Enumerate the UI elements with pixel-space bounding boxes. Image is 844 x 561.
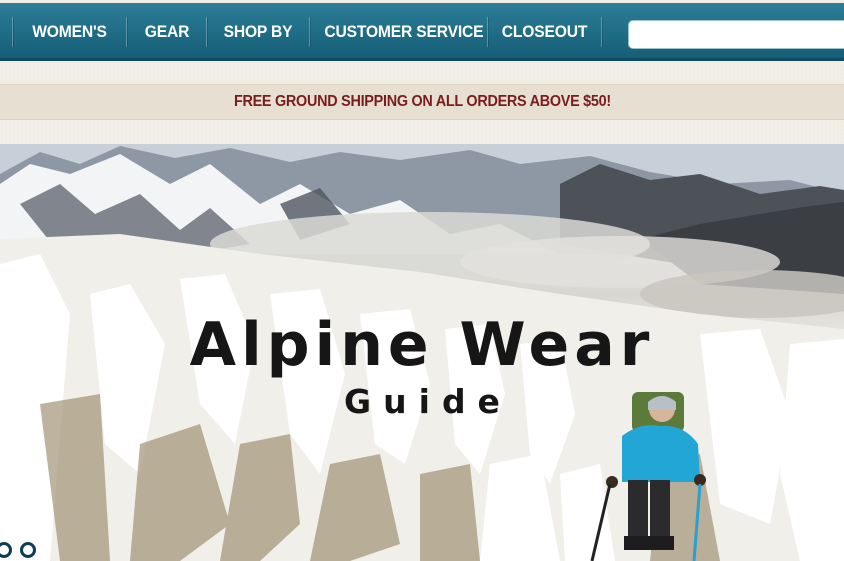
promo-banner: FREE GROUND SHIPPING ON ALL ORDERS ABOVE… bbox=[0, 84, 844, 120]
nav-item-gear[interactable]: GEAR bbox=[138, 3, 195, 58]
hero-carousel[interactable]: Alpine Wear Guide bbox=[0, 144, 844, 561]
nav-item-shop-by[interactable]: SHOP BY bbox=[219, 3, 296, 58]
top-navigation-bar: WOMEN'S GEAR SHOP BY CUSTOMER SERVICE CL… bbox=[0, 3, 844, 61]
nav-separator bbox=[487, 17, 488, 47]
carousel-dot-2[interactable] bbox=[20, 542, 36, 558]
nav-separator bbox=[12, 17, 13, 47]
search-input[interactable] bbox=[628, 20, 844, 49]
nav-item-closeout[interactable]: CLOSEOUT bbox=[501, 3, 588, 58]
hero-subtitle: Guide bbox=[344, 382, 512, 421]
nav-separator bbox=[309, 17, 310, 47]
nav-separator bbox=[601, 17, 602, 47]
nav-item-customer-service[interactable]: CUSTOMER SERVICE bbox=[324, 3, 483, 58]
nav-item-womens[interactable]: WOMEN'S bbox=[26, 3, 113, 58]
nav-separator bbox=[126, 17, 127, 47]
hero-title: Alpine Wear bbox=[189, 310, 655, 380]
nav-separator bbox=[206, 17, 207, 47]
promo-text: FREE GROUND SHIPPING ON ALL ORDERS ABOVE… bbox=[233, 93, 611, 110]
